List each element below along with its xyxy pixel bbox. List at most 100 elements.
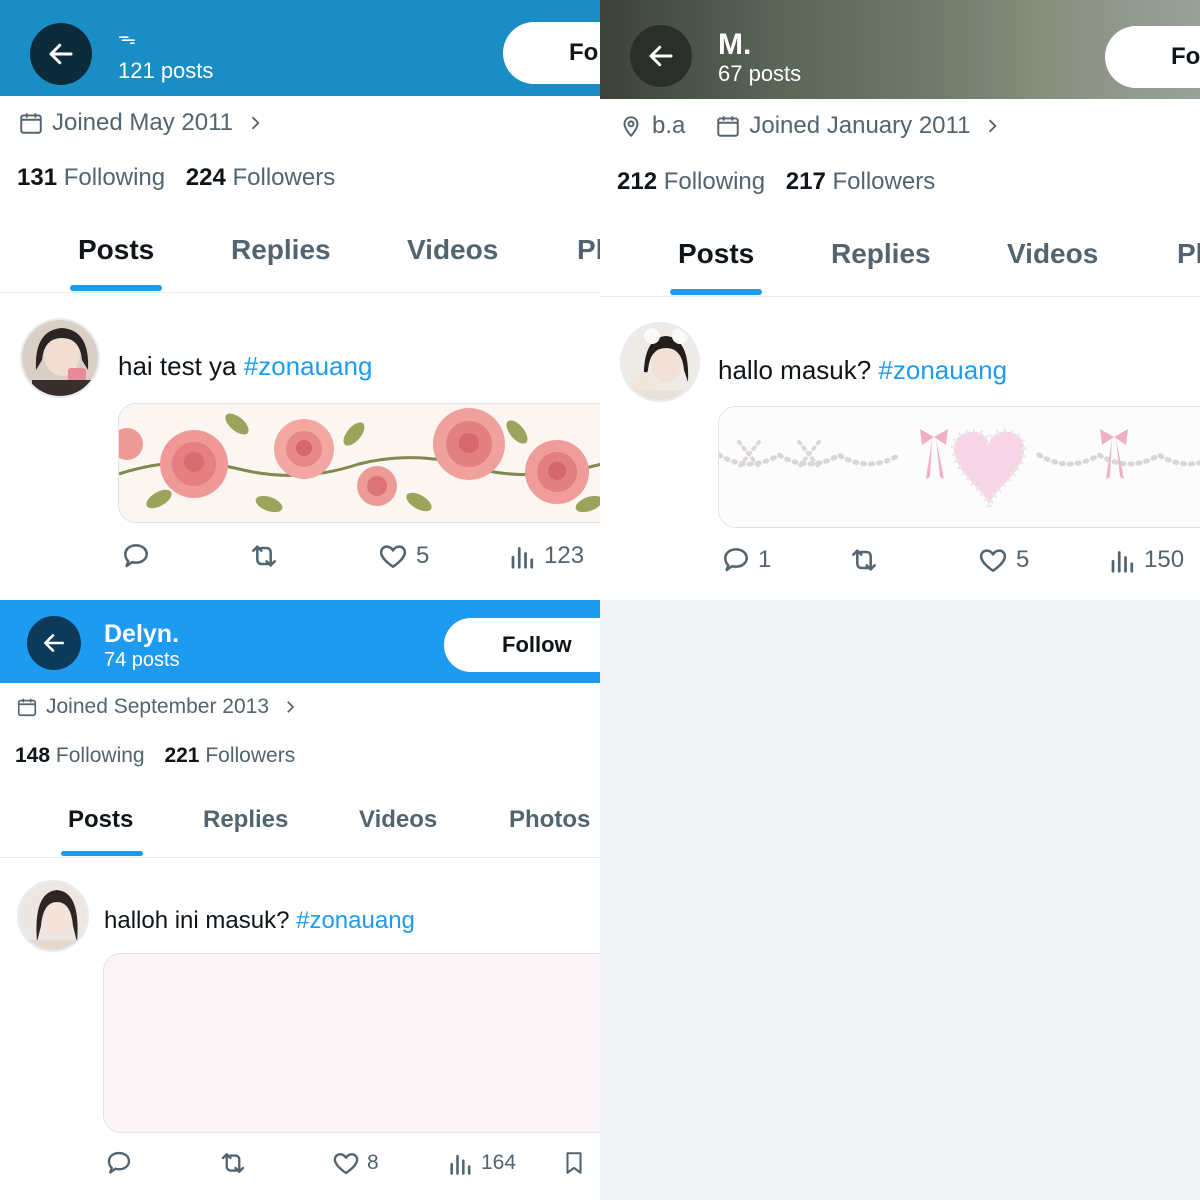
follow-button[interactable]: Follow <box>444 618 600 672</box>
like-icon <box>333 1153 359 1175</box>
profile-tabs: Posts Replies Videos Photos <box>600 222 1200 297</box>
tab-videos[interactable]: Videos <box>359 806 437 834</box>
reply-icon <box>107 1151 131 1174</box>
like-button[interactable]: 5 <box>376 540 429 572</box>
bookmark-icon <box>566 1152 582 1174</box>
tab-videos[interactable]: Videos <box>407 234 498 266</box>
profile-header: Delyn. 74 posts Follow <box>0 600 600 683</box>
follow-button[interactable]: Follow <box>503 22 600 84</box>
tab-photos[interactable]: Photos <box>509 806 590 834</box>
retweet-button[interactable] <box>216 1148 250 1178</box>
like-button[interactable]: 8 <box>331 1148 379 1178</box>
profile-name: ᯓ <box>118 28 136 48</box>
calendar-icon <box>18 110 44 136</box>
views-icon <box>1111 551 1134 573</box>
back-button[interactable] <box>27 616 81 670</box>
hashtag-link[interactable]: #zonauang <box>244 351 373 381</box>
tab-replies[interactable]: Replies <box>231 234 331 266</box>
active-tab-indicator <box>61 851 143 856</box>
tab-videos[interactable]: Videos <box>1007 238 1098 270</box>
tweet-media-pearls[interactable] <box>718 406 1200 528</box>
avatar[interactable] <box>620 322 700 402</box>
retweet-button[interactable] <box>846 544 882 576</box>
reply-button[interactable]: 1 <box>720 544 771 576</box>
views-button[interactable]: 150 <box>1108 544 1184 576</box>
profile-meta: Joined May 2011 <box>18 109 265 137</box>
like-icon <box>379 545 407 568</box>
following-link[interactable]: 212 Following <box>617 168 765 195</box>
reply-button[interactable] <box>120 540 152 572</box>
post-count: 74 posts <box>104 649 180 671</box>
profile-panel-3: Delyn. 74 posts Follow Joined September … <box>0 600 600 1200</box>
tab-replies[interactable]: Replies <box>831 238 931 270</box>
hashtag-link[interactable]: #zonauang <box>878 355 1007 385</box>
tweet-text: halloh ini masuk? #zonauang <box>104 907 415 934</box>
reply-icon <box>724 548 748 572</box>
tweet-text: hai test ya #zonauang <box>118 351 373 381</box>
back-arrow-icon <box>49 43 73 65</box>
avatar[interactable] <box>20 318 100 398</box>
tab-photos[interactable]: Photos <box>577 234 600 266</box>
tab-posts[interactable]: Posts <box>68 806 133 834</box>
active-tab-indicator <box>70 285 162 291</box>
profile-header: ᯓ 121 posts Follow <box>0 0 600 96</box>
retweet-icon <box>852 549 876 571</box>
location-pin-icon <box>618 113 644 139</box>
profile-tabs: Posts Replies Videos Photos <box>0 795 600 858</box>
reply-count: 1 <box>758 546 772 573</box>
followers-link[interactable]: 217 Followers <box>786 168 935 195</box>
tab-photos[interactable]: Photos <box>1177 238 1200 270</box>
hashtag-link[interactable]: #zonauang <box>296 907 415 934</box>
chevron-right-icon[interactable] <box>281 698 299 716</box>
like-count: 5 <box>416 542 430 569</box>
retweet-icon <box>252 545 276 567</box>
reply-icon <box>124 544 148 568</box>
joined-date: Joined May 2011 <box>52 109 234 136</box>
followers-link[interactable]: 221 Followers <box>164 744 295 767</box>
profile-meta: Joined September 2013 <box>16 695 299 719</box>
like-icon <box>979 549 1007 572</box>
follow-stats: 148 Following 221 Followers <box>15 744 295 768</box>
calendar-icon <box>16 696 38 718</box>
tab-posts[interactable]: Posts <box>678 238 754 270</box>
like-count: 5 <box>1016 546 1030 573</box>
tab-posts[interactable]: Posts <box>78 234 154 266</box>
tweet-text: hallo masuk? #zonauang <box>718 355 1008 385</box>
view-count: 150 <box>1144 546 1185 573</box>
following-link[interactable]: 148 Following <box>15 744 145 767</box>
tweet-media-blank[interactable] <box>103 953 600 1133</box>
bookmark-button[interactable] <box>561 1148 587 1178</box>
views-icon <box>511 547 534 569</box>
back-button[interactable] <box>30 23 92 85</box>
views-button[interactable]: 164 <box>447 1148 516 1178</box>
back-arrow-icon <box>649 45 673 67</box>
location-text: b.a <box>652 112 686 139</box>
retweet-icon <box>221 1153 245 1173</box>
tab-replies[interactable]: Replies <box>203 806 288 834</box>
post-count: 67 posts <box>718 61 802 86</box>
views-button[interactable]: 123 <box>508 540 584 572</box>
back-arrow-icon <box>44 634 64 652</box>
like-button[interactable]: 5 <box>976 544 1029 576</box>
reply-button[interactable] <box>104 1148 134 1178</box>
empty-area <box>600 600 1200 1200</box>
follow-button[interactable]: Follow <box>1105 26 1200 88</box>
profile-panel-2: M. 67 posts Follow b.a Joined January 20… <box>600 0 1200 600</box>
profile-panel-1: ᯓ 121 posts Follow Joined May 2011 131 F… <box>0 0 600 600</box>
profile-meta: b.a Joined January 2011 <box>618 112 1002 140</box>
view-count: 164 <box>481 1151 517 1174</box>
retweet-button[interactable] <box>246 540 282 572</box>
active-tab-indicator <box>670 289 762 295</box>
profile-tabs: Posts Replies Videos Photos <box>0 218 600 293</box>
back-button[interactable] <box>630 25 692 87</box>
follow-stats: 212 Following 217 Followers <box>617 168 935 196</box>
tweet-media-roses[interactable] <box>118 403 600 523</box>
following-link[interactable]: 131 Following <box>17 164 165 191</box>
chevron-right-icon[interactable] <box>245 113 265 133</box>
joined-date: Joined January 2011 <box>749 112 971 139</box>
followers-link[interactable]: 224 Followers <box>186 164 335 191</box>
avatar[interactable] <box>17 880 89 952</box>
post-count: 121 posts <box>118 58 214 83</box>
views-icon <box>450 1154 471 1175</box>
chevron-right-icon[interactable] <box>982 116 1002 136</box>
